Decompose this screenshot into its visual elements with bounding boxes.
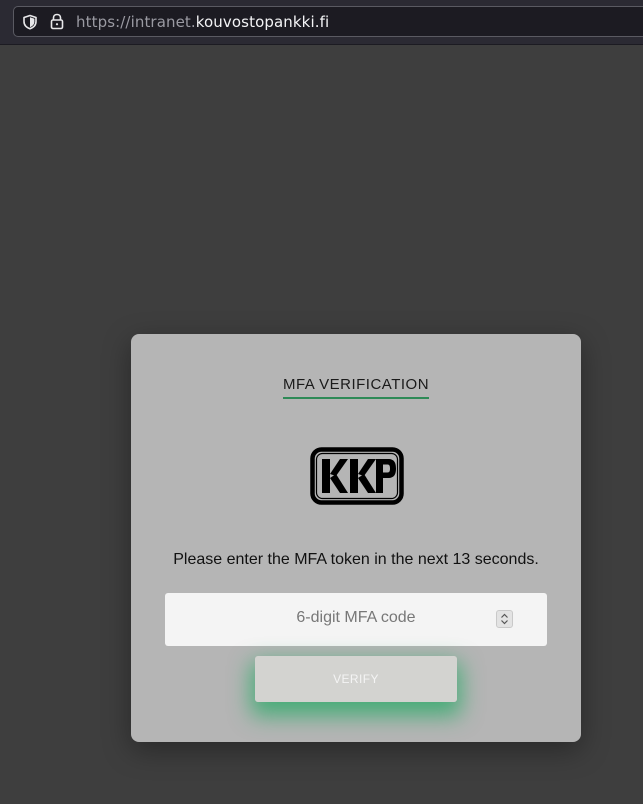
kkp-logo xyxy=(310,447,404,505)
browser-toolbar: https://intranet.kouvostopankki.fi xyxy=(0,0,643,45)
number-spinner-icon[interactable] xyxy=(496,610,513,628)
verify-button[interactable]: VERIFY xyxy=(255,656,457,702)
modal-title: MFA VERIFICATION xyxy=(131,376,581,399)
url-text[interactable]: https://intranet.kouvostopankki.fi xyxy=(76,13,329,31)
mfa-prompt: Please enter the MFA token in the next 1… xyxy=(173,551,539,568)
mfa-code-input[interactable]: 6-digit MFA code xyxy=(165,593,547,646)
mfa-input-placeholder: 6-digit MFA code xyxy=(296,609,416,626)
mfa-modal: MFA VERIFICATION Please enter the MFA to… xyxy=(131,334,581,742)
address-bar[interactable]: https://intranet.kouvostopankki.fi xyxy=(13,6,643,37)
url-prefix: https://intranet. xyxy=(76,13,196,31)
url-domain: kouvostopankki.fi xyxy=(195,13,330,31)
shield-icon[interactable] xyxy=(22,14,38,30)
modal-title-text: MFA VERIFICATION xyxy=(282,376,430,399)
lock-icon[interactable] xyxy=(50,13,64,30)
